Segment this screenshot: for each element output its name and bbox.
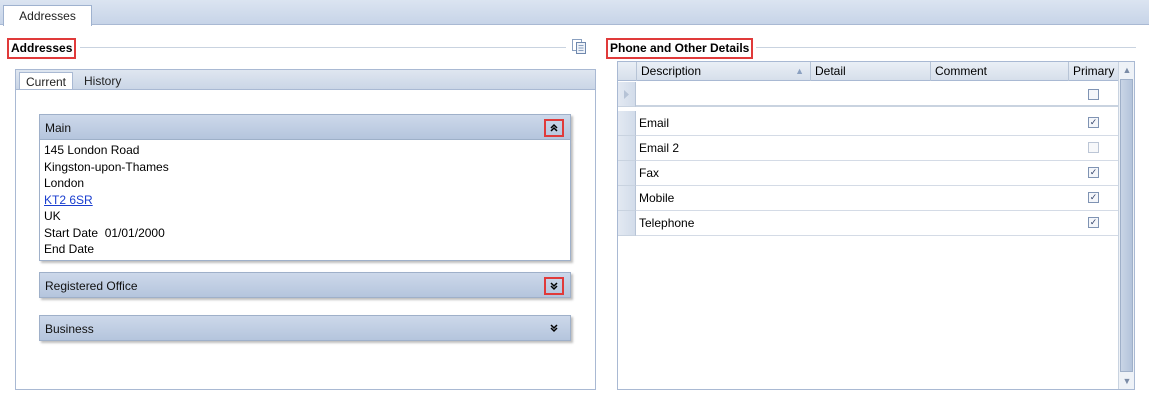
scroll-down-icon[interactable]: ▼ — [1119, 373, 1135, 389]
start-date-value: 01/01/2000 — [104, 225, 165, 240]
row-indicator[interactable] — [618, 186, 636, 211]
address-group-main: Main 145 London Road Kingston-upon-Thame… — [39, 114, 571, 262]
cell-description: Email — [639, 116, 670, 130]
vertical-scrollbar[interactable]: ▲ ▼ — [1118, 62, 1134, 389]
row-indicator[interactable] — [618, 161, 636, 186]
copy-icon[interactable] — [571, 38, 587, 54]
addresses-divider — [80, 47, 566, 48]
country: UK — [44, 209, 61, 223]
registered-office-title: Registered Office — [45, 279, 138, 293]
column-description-label: Description — [641, 64, 702, 78]
start-date-row: Start Date 01/01/2000 — [44, 225, 566, 242]
row-indicator[interactable] — [618, 111, 636, 136]
cell-description: Mobile — [639, 191, 675, 205]
table-row[interactable]: Email 2 — [636, 136, 1118, 161]
table-row[interactable]: Mobile ✓ — [636, 186, 1118, 211]
postcode-row: KT2 6SR — [44, 192, 566, 209]
end-date-label: End Date — [44, 242, 95, 256]
business-group-header[interactable]: Business — [39, 315, 571, 341]
sort-ascending-icon: ▲ — [795, 66, 804, 76]
grid-header: Description ▲ Detail Comment Primary — [618, 62, 1118, 81]
registered-office-group-header[interactable]: Registered Office — [39, 272, 571, 298]
main-group-header[interactable]: Main — [39, 114, 571, 140]
address-line-2: Kingston-upon-Thames — [44, 159, 169, 174]
scroll-up-icon[interactable]: ▲ — [1119, 62, 1135, 78]
address-group-registered-office: Registered Office — [39, 272, 571, 298]
grid-corner — [618, 62, 636, 81]
column-detail[interactable]: Detail — [810, 62, 930, 81]
new-row-primary-checkbox[interactable] — [1088, 89, 1099, 100]
cell-description: Telephone — [639, 216, 695, 230]
top-tab-strip: Addresses — [0, 0, 1149, 26]
main-address-details: 145 London Road Kingston-upon-Thames Lon… — [39, 140, 571, 261]
phone-divider — [756, 47, 1136, 48]
row-indicator[interactable] — [618, 211, 636, 236]
chevron-double-down-icon[interactable] — [544, 277, 564, 295]
primary-checkbox[interactable]: ✓ — [1088, 217, 1099, 228]
postcode-link[interactable]: KT2 6SR — [44, 193, 93, 207]
column-description[interactable]: Description ▲ — [636, 62, 810, 81]
new-row[interactable] — [636, 82, 1118, 107]
row-indicator[interactable] — [618, 136, 636, 161]
start-date-label: Start Date — [44, 225, 99, 240]
table-row[interactable]: Email ✓ — [636, 111, 1118, 136]
table-row[interactable]: Telephone ✓ — [636, 211, 1118, 236]
phone-details-grid: Description ▲ Detail Comment Primary Ema… — [617, 61, 1135, 390]
address-group-business: Business — [39, 315, 571, 341]
table-row[interactable]: Fax ✓ — [636, 161, 1118, 186]
address-line-1: 145 London Road — [44, 143, 140, 157]
primary-checkbox[interactable]: ✓ — [1088, 117, 1099, 128]
cell-description: Fax — [639, 166, 660, 180]
scrollbar-thumb[interactable] — [1120, 79, 1133, 372]
primary-checkbox[interactable]: ✓ — [1088, 192, 1099, 203]
business-title: Business — [45, 322, 94, 336]
new-row-indicator[interactable] — [618, 82, 636, 107]
primary-checkbox[interactable] — [1088, 142, 1099, 153]
primary-checkbox[interactable]: ✓ — [1088, 167, 1099, 178]
column-primary[interactable]: Primary — [1068, 62, 1118, 81]
address-line-3: London — [44, 176, 85, 190]
column-comment[interactable]: Comment — [930, 62, 1068, 81]
chevron-double-down-icon[interactable] — [544, 320, 564, 338]
tab-addresses[interactable]: Addresses — [3, 5, 92, 26]
cell-description: Email 2 — [639, 141, 680, 155]
main-group-title: Main — [45, 121, 72, 135]
addresses-section-title: Addresses — [7, 38, 77, 59]
chevron-double-up-icon[interactable] — [544, 119, 564, 137]
phone-section-title: Phone and Other Details — [606, 38, 754, 59]
address-tabs: Current History — [15, 69, 596, 92]
